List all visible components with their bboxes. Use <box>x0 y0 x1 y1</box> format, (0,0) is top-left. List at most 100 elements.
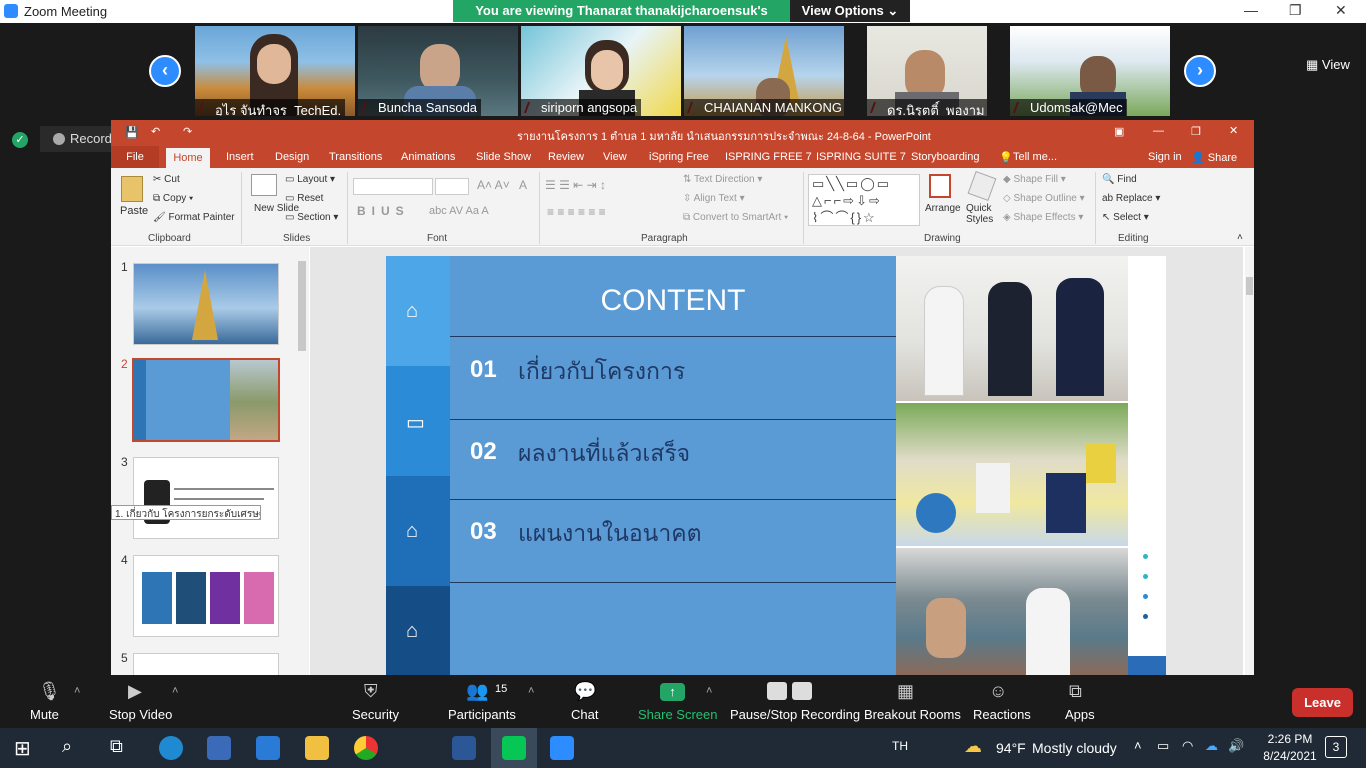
slide-thumbnail-3[interactable] <box>133 457 279 539</box>
slide-thumbnail-4[interactable] <box>133 555 279 637</box>
sign-in-link[interactable]: Sign in <box>1148 151 1182 163</box>
gallery-next-button[interactable]: › <box>1184 55 1216 87</box>
paste-icon[interactable] <box>121 176 143 202</box>
shape-fill-button[interactable]: ◆ Shape Fill ▾ <box>1003 174 1066 185</box>
participants-chevron-icon[interactable]: ˄ <box>528 685 534 697</box>
security-shield-icon[interactable]: ⛨ <box>364 681 378 701</box>
stop-icon[interactable] <box>792 682 812 700</box>
tab-animations[interactable]: Animations <box>401 151 455 163</box>
reactions-button[interactable]: Reactions <box>973 707 1031 722</box>
replace-button[interactable]: ab Replace ▾ <box>1102 193 1160 204</box>
pause-icon[interactable] <box>767 682 787 700</box>
copy-button[interactable]: ⧉ Copy ▾ <box>153 193 193 204</box>
save-icon[interactable]: 💾 <box>125 126 139 139</box>
wifi-icon[interactable]: ◠ <box>1182 738 1193 754</box>
grow-font-icon[interactable]: A˄ A˅ <box>477 178 510 192</box>
arrange-button[interactable]: Arrange <box>925 203 961 214</box>
current-slide[interactable]: ⌂ ▭ ⌂ ⌂ CONTENT 01 เกี่ยวกับโครงการ 02 ผ… <box>386 256 1166 675</box>
chat-button[interactable]: Chat <box>571 707 598 722</box>
redo-icon[interactable]: ↷ <box>183 125 192 138</box>
video-tile[interactable]: ดร.นิรุตติ์_พองาม <box>867 26 987 116</box>
tab-ispring-free-7[interactable]: ISPRING FREE 7 <box>725 151 812 163</box>
ppt-close-icon[interactable]: ✕ <box>1229 124 1238 137</box>
font-size-input[interactable] <box>435 178 469 195</box>
tab-design[interactable]: Design <box>275 151 309 163</box>
tab-view[interactable]: View <box>603 151 627 163</box>
spacing-icons[interactable]: abc AV Aa A <box>429 205 489 217</box>
video-options-chevron-icon[interactable]: ˄ <box>172 685 178 697</box>
text-direction-button[interactable]: ⇅ Text Direction ▾ <box>683 174 762 185</box>
zoom-taskbar-icon[interactable] <box>550 736 574 760</box>
share-chevron-icon[interactable]: ˄ <box>706 685 712 697</box>
arrange-icon[interactable] <box>929 174 951 198</box>
onedrive-icon[interactable]: ☁ <box>1205 738 1218 754</box>
paste-button[interactable]: Paste <box>120 205 148 217</box>
tab-file[interactable]: File <box>111 146 159 168</box>
microphone-icon[interactable]: 🎙 <box>38 681 61 701</box>
tab-ispring-suite-7[interactable]: ISPRING SUITE 7 <box>816 151 906 163</box>
battery-icon[interactable]: ▭ <box>1157 738 1169 754</box>
new-slide-icon[interactable] <box>251 174 277 196</box>
bullets-icon[interactable]: ☰ ☰ ⇤ ⇥ ↕ <box>545 178 606 192</box>
weather-icon[interactable]: ☁ <box>964 736 982 757</box>
breakout-rooms-icon[interactable]: ▦ <box>897 681 914 701</box>
temperature[interactable]: 94°F <box>996 740 1026 756</box>
undo-icon[interactable]: ↶ <box>151 125 160 138</box>
stop-video-button[interactable]: Stop Video <box>109 707 172 722</box>
apps-icon[interactable]: ⧉ <box>1069 681 1082 701</box>
reactions-icon[interactable]: ☺ <box>989 681 1007 701</box>
font-style-icons[interactable]: BIUS <box>357 204 410 218</box>
edge-icon[interactable] <box>159 736 183 760</box>
tab-insert[interactable]: Insert <box>226 151 254 163</box>
video-tile[interactable]: CHAIANAN MANKONG <box>684 26 844 116</box>
mail-icon[interactable] <box>256 736 280 760</box>
view-button[interactable]: ▦ View <box>1306 57 1350 73</box>
shape-effects-button[interactable]: ◈ Shape Effects ▾ <box>1003 212 1083 223</box>
video-camera-icon[interactable]: ▶ <box>128 681 142 701</box>
reset-button[interactable]: ▭ Reset <box>285 193 323 204</box>
font-name-input[interactable] <box>353 178 433 195</box>
apps-button[interactable]: Apps <box>1065 707 1095 722</box>
line-icon[interactable] <box>502 736 526 760</box>
collapse-ribbon-icon[interactable]: ˄ <box>1237 232 1243 243</box>
video-tile[interactable]: อุไร จันทำจร_TechEd. <box>195 26 355 116</box>
view-options-button[interactable]: View Options ⌄ <box>790 0 910 22</box>
tab-review[interactable]: Review <box>548 151 584 163</box>
restore-icon[interactable]: ❐ <box>1289 2 1302 19</box>
video-tile[interactable]: siriporn angsopa <box>521 26 681 116</box>
share-screen-button[interactable]: Share Screen <box>638 707 718 722</box>
format-painter-button[interactable]: 🖌 Format Painter <box>153 212 235 223</box>
share-button[interactable]: 👤 Share <box>1191 151 1237 164</box>
minimize-icon[interactable]: — <box>1244 2 1258 18</box>
slide-thumbnail-2[interactable] <box>132 358 280 442</box>
chrome-icon[interactable] <box>354 736 378 760</box>
participants-icon[interactable]: 👥 <box>466 681 488 701</box>
find-button[interactable]: 🔍 Find <box>1102 174 1137 185</box>
gallery-prev-button[interactable]: ‹ <box>149 55 181 87</box>
pause-stop-recording-button[interactable]: Pause/Stop Recording <box>730 707 860 722</box>
file-explorer-icon[interactable] <box>305 736 329 760</box>
tab-slide-show[interactable]: Slide Show <box>476 151 531 163</box>
slide-thumbnail-1[interactable] <box>133 263 279 345</box>
tell-me-search[interactable]: Tell me... <box>1013 151 1057 163</box>
thumbnails-scrollbar[interactable] <box>297 249 307 671</box>
select-button[interactable]: ↖ Select ▾ <box>1102 212 1149 223</box>
tray-chevron-icon[interactable]: ˄ <box>1134 738 1142 753</box>
quick-styles-button[interactable]: Quick Styles <box>966 203 1006 225</box>
align-icons[interactable]: ≡ ≡ ≡ ≡ ≡ ≡ <box>547 205 606 219</box>
slide-scrollbar[interactable] <box>1245 247 1254 675</box>
word-icon[interactable] <box>452 736 476 760</box>
close-icon[interactable]: ✕ <box>1335 2 1347 19</box>
ppt-minimize-icon[interactable]: — <box>1153 125 1164 137</box>
share-screen-icon[interactable]: ↑ <box>660 683 685 701</box>
notifications-icon[interactable]: 3 <box>1325 736 1347 758</box>
video-tile[interactable]: Udomsak@Mec <box>1010 26 1170 116</box>
windows-start-icon[interactable]: ⊞ <box>14 736 31 761</box>
tab-home[interactable]: Home <box>166 148 210 168</box>
task-view-icon[interactable]: ⧉ <box>110 736 123 757</box>
align-text-button[interactable]: ⇳ Align Text ▾ <box>683 193 745 204</box>
shapes-gallery[interactable]: ▭╲╲▭◯▭ △⌐⌐⇨⇩⇨ ⌇⌒⌒{}☆ <box>808 174 920 226</box>
security-button[interactable]: Security <box>352 707 399 722</box>
clock-date[interactable]: 8/24/2021 <box>1254 749 1326 763</box>
shield-icon[interactable]: ✓ <box>12 132 28 148</box>
